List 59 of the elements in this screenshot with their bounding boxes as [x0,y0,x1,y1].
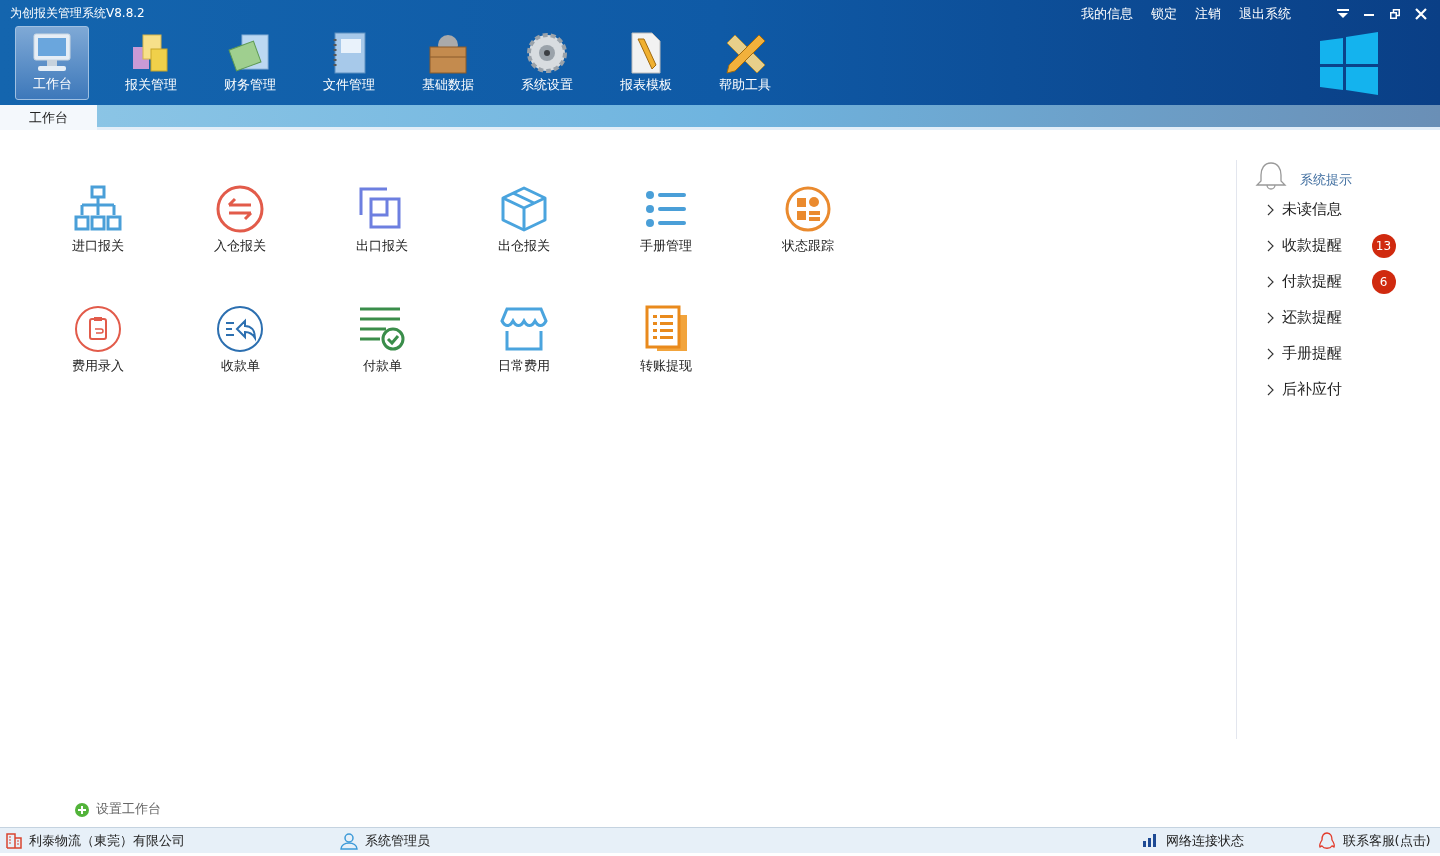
header-link[interactable]: 我的信息 [1080,4,1133,24]
network-status: 网络连接状态 [1165,831,1244,850]
dashboard-icon [783,185,833,233]
menu-tab[interactable]: 系统设置 [510,26,584,100]
hierarchy-icon [73,185,123,233]
chevron-icon [1267,348,1275,360]
menu-tab[interactable]: 帮助工具 [708,26,782,100]
shortcut-tile[interactable]: 出口报关 [311,185,453,305]
shortcut-tile[interactable]: 进口报关 [27,185,169,305]
count-badge: 13 [1371,234,1396,258]
header-link[interactable]: 注销 [1194,4,1221,24]
menu-tab[interactable]: 报表模板 [609,26,683,100]
count-badge: 6 [1371,270,1396,294]
swap-arrows-icon [215,185,265,233]
support-link[interactable]: 联系客服(点击) [1342,830,1431,851]
gear-icon [525,30,569,75]
shortcut-tile[interactable]: 入仓报关 [169,185,311,305]
windows-logo [1320,32,1378,95]
menu-tab[interactable]: 报关管理 [114,26,188,100]
shortcut-tile[interactable]: 费用录入 [27,305,169,425]
shortcut-tile[interactable]: 状态跟踪 [737,185,879,305]
shortcut-tile[interactable]: 收款单 [169,305,311,425]
window-title: 为创报关管理系统V8.8.2 [9,5,146,22]
notice-item[interactable]: 收款提醒 [1237,228,1342,264]
box-icon [499,185,549,233]
panel-title: 系统提示 [1300,170,1352,189]
menu-tab[interactable]: 文件管理 [312,26,386,100]
add-icon [75,802,89,817]
shortcut-tile[interactable]: 手册管理 [595,185,737,305]
shortcut-tile[interactable]: 转账提现 [595,305,737,425]
header-link[interactable]: 退出系统 [1238,4,1291,24]
notice-item[interactable]: 后补应付 [1237,372,1342,408]
clipboard-icon [73,305,123,353]
notice-item[interactable]: 未读信息 [1237,192,1342,228]
notice-item[interactable]: 手册提醒 [1237,336,1342,372]
notice-item[interactable]: 还款提醒 [1237,300,1342,336]
menu-tab[interactable]: 财务管理 [213,26,287,100]
menu-tab[interactable]: 基础数据 [411,26,485,100]
user-icon [340,831,358,850]
chevron-icon [1267,384,1275,396]
shortcut-tile[interactable]: 付款单 [311,305,453,425]
page-tab[interactable]: 工作台 [0,105,97,130]
chevron-icon [1267,312,1275,324]
header-link[interactable]: 锁定 [1150,4,1177,24]
menu-tab[interactable]: 工作台 [15,26,89,100]
company-name: 利泰物流（東莞）有限公司 [28,831,185,850]
shortcut-tile[interactable]: 日常费用 [453,305,595,425]
chevron-icon [1267,276,1275,288]
chevron-icon [1267,240,1275,252]
checklist-icon [357,305,407,353]
bell-icon [1255,160,1287,192]
shortcut-tile[interactable]: 出仓报关 [453,185,595,305]
chevron-icon [1267,204,1275,216]
notice-item[interactable]: 付款提醒 [1237,264,1342,300]
signal-icon [1143,834,1159,847]
building-icon [6,832,22,849]
user-name: 系统管理员 [364,831,430,850]
storefront-icon [499,305,549,353]
settings-link[interactable]: 设置工作台 [95,800,161,819]
